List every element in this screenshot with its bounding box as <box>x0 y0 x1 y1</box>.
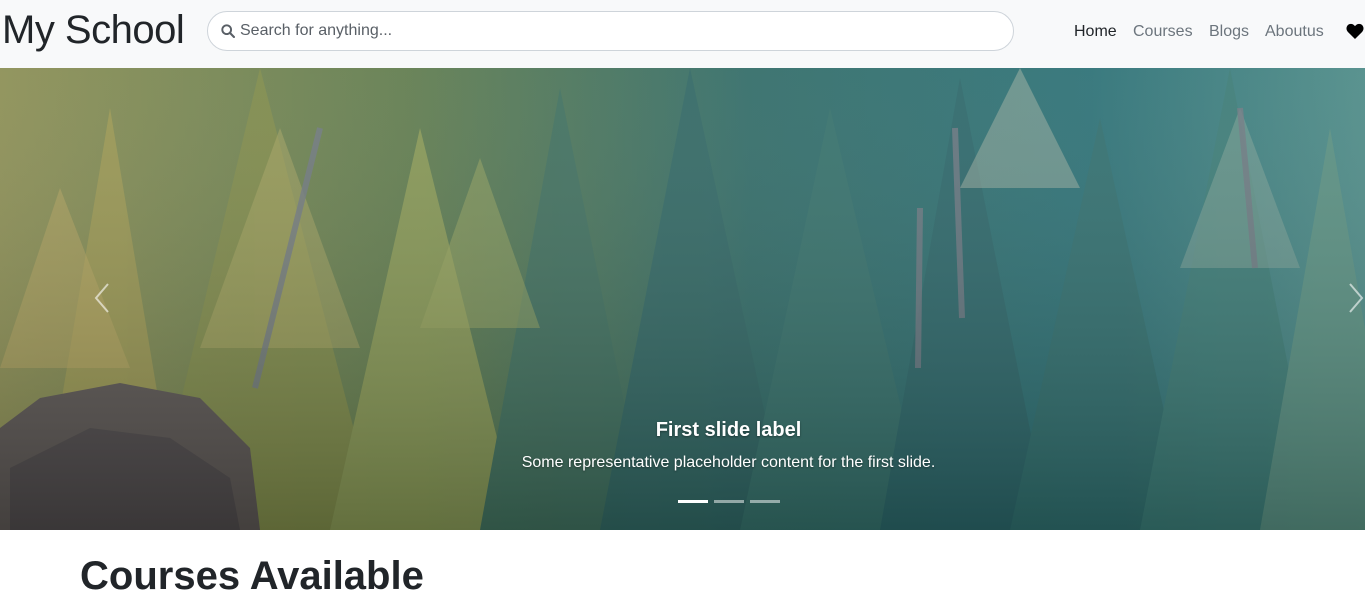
section-title: Courses Available <box>80 554 424 598</box>
nav-aboutus[interactable]: Aboutus <box>1265 22 1324 42</box>
carousel-indicator-1[interactable] <box>678 500 708 503</box>
nav-blogs[interactable]: Blogs <box>1209 22 1249 42</box>
carousel-next-button[interactable] <box>1346 280 1365 316</box>
search-icon <box>221 24 235 38</box>
search-bar[interactable] <box>207 11 1014 51</box>
search-input[interactable] <box>240 12 1000 50</box>
carousel-prev-button[interactable] <box>92 280 112 316</box>
heart-icon[interactable] <box>1346 23 1364 40</box>
slide-caption-title: First slide label <box>655 419 802 441</box>
slide-caption-text: Some representative placeholder content … <box>521 454 936 471</box>
brand-logo[interactable]: My School <box>2 6 185 54</box>
nav-home[interactable]: Home <box>1074 22 1117 42</box>
navbar: My School Home Courses Blogs Aboutus <box>0 0 1365 68</box>
carousel-indicator-3[interactable] <box>750 500 780 503</box>
nav-courses[interactable]: Courses <box>1133 22 1193 42</box>
carousel-indicator-2[interactable] <box>714 500 744 503</box>
hero-carousel: First slide label Some representative pl… <box>0 68 1365 530</box>
